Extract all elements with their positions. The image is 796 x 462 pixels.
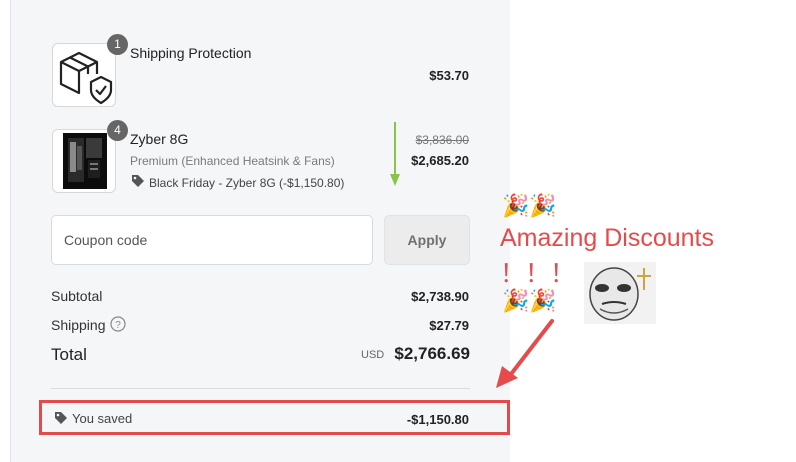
item-name: Zyber 8G (130, 131, 189, 147)
coupon-code-input[interactable] (51, 215, 373, 265)
total-value: $2,766.69 (394, 344, 470, 363)
package-shield-icon (52, 43, 116, 107)
pc-case-image (52, 129, 116, 193)
shipping-value: $27.79 (429, 318, 469, 333)
item-variant: Premium (Enhanced Heatsink & Fans) (130, 154, 335, 168)
discounted-price: $2,685.20 (411, 153, 469, 168)
party-popper-icon: 🎉🎉 (502, 288, 557, 313)
shipping-label: Shipping (51, 317, 106, 333)
discount-label: Black Friday - Zyber 8G (-$1,150.80) (149, 176, 345, 190)
svg-text:?: ? (115, 320, 121, 331)
total-label: Total (51, 345, 87, 364)
annotation-exclaim: ！！！ (500, 260, 576, 288)
currency-code: USD (361, 349, 385, 361)
party-popper-icon: 🎉🎉 (502, 193, 557, 218)
meme-face-image (584, 262, 656, 324)
you-saved-label: You saved (72, 411, 133, 426)
quantity-badge: 1 (107, 34, 128, 55)
subtotal-label: Subtotal (51, 288, 103, 304)
down-arrow-icon (388, 122, 402, 188)
divider (51, 388, 470, 389)
original-price: $3,836.00 (415, 133, 469, 147)
item-price: $53.70 (429, 68, 469, 83)
help-icon[interactable]: ? (110, 316, 126, 332)
you-saved-value: -$1,150.80 (406, 412, 469, 427)
apply-coupon-button[interactable]: Apply (384, 215, 470, 265)
annotation-arrow-icon (494, 318, 556, 390)
tag-icon (131, 174, 145, 188)
annotation-title: Amazing Discounts (500, 224, 714, 252)
quantity-badge: 4 (107, 120, 128, 141)
subtotal-value: $2,738.90 (411, 289, 469, 304)
item-name: Shipping Protection (130, 45, 252, 61)
tag-icon (54, 411, 68, 425)
